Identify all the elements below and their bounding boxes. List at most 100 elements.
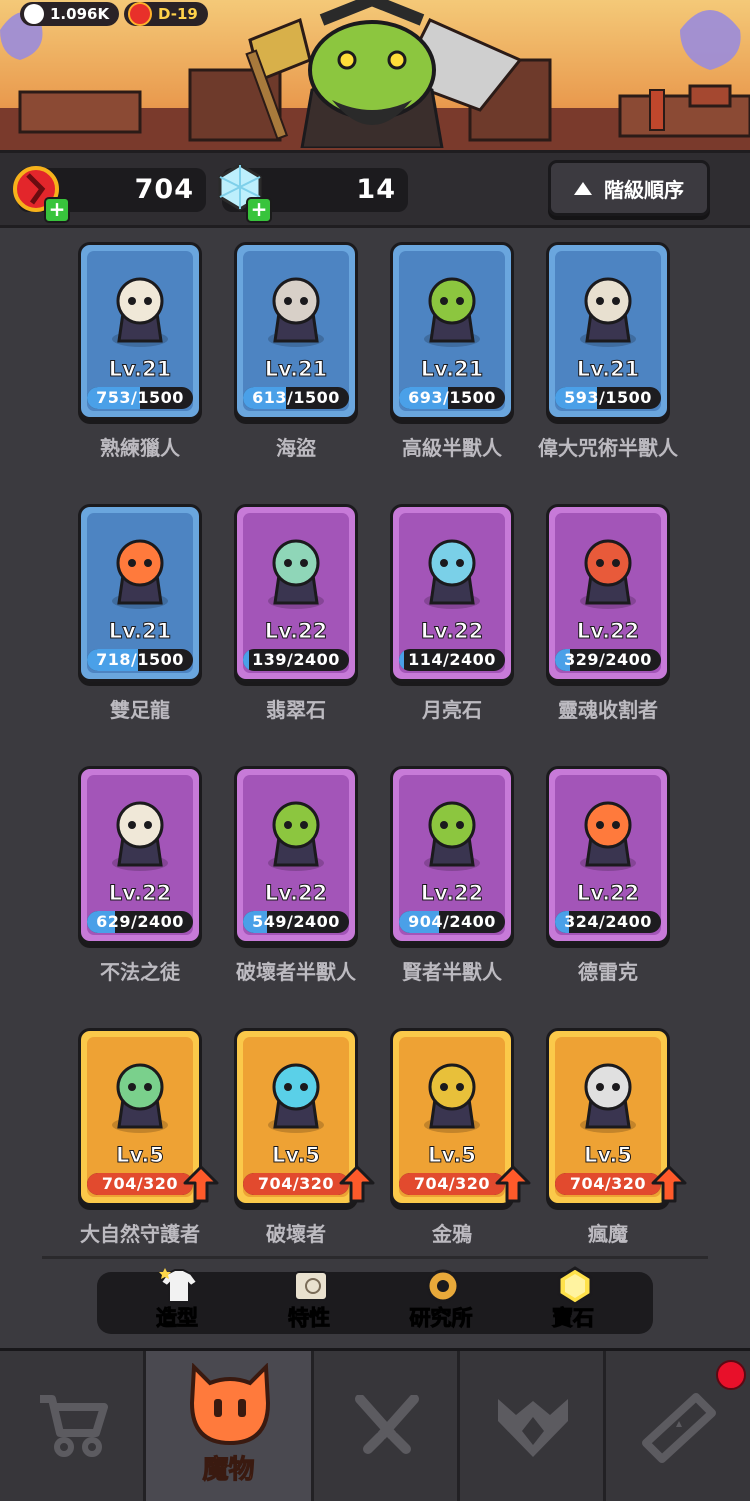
monster-card[interactable]: Lv.21 593/1500 <box>546 242 670 420</box>
monster-level: Lv.21 <box>576 357 640 382</box>
progress-text: 718/1500 <box>96 650 184 669</box>
monster-level: Lv.22 <box>264 619 328 644</box>
monster-portrait <box>268 801 324 871</box>
monster-card[interactable]: Lv.5 704/320 <box>390 1028 531 1206</box>
monster-name: 月亮石 <box>422 698 482 722</box>
nav-monsters[interactable]: 魔物 <box>146 1351 314 1501</box>
monster-level: Lv.21 <box>108 619 172 644</box>
progress-bar: 324/2400 <box>555 911 661 933</box>
progress-text: 704/320 <box>413 1174 491 1193</box>
stage-indicator[interactable]: D-19 <box>124 2 208 26</box>
progress-text: 904/2400 <box>408 912 496 931</box>
progress-text: 324/2400 <box>564 912 652 931</box>
monster-level: Lv.21 <box>420 357 484 382</box>
monster-name: 不法之徒 <box>100 960 180 984</box>
monster-portrait <box>580 801 636 871</box>
red-gem-value: 704 <box>134 174 194 205</box>
research-button[interactable]: 研究所 <box>381 1269 501 1334</box>
progress-bar: 753/1500 <box>87 387 193 409</box>
upgrade-arrow-icon[interactable] <box>495 1165 531 1203</box>
gems-label: 寶石 <box>552 1306 595 1331</box>
monster-name: 翡翠石 <box>266 698 326 722</box>
gems-button[interactable]: 寶石 <box>513 1266 633 1334</box>
upgrade-arrow-icon[interactable] <box>339 1165 375 1203</box>
monster-name: 德雷克 <box>578 960 638 984</box>
progress-bar: 704/320 <box>399 1173 505 1195</box>
monster-portrait <box>580 277 636 347</box>
monster-card[interactable]: Lv.22 549/2400 <box>234 766 358 944</box>
progress-bar: 704/320 <box>243 1173 349 1195</box>
monster-level: Lv.21 <box>108 357 172 382</box>
monster-name: 高級半獸人 <box>402 436 502 460</box>
orc-boss-illustration <box>300 0 444 148</box>
monster-card[interactable]: Lv.5 704/320 <box>546 1028 687 1206</box>
monster-portrait <box>424 1063 480 1133</box>
skin-label: 造型 <box>156 1306 199 1331</box>
progress-bar: 704/320 <box>555 1173 661 1195</box>
monster-card[interactable]: Lv.22 114/2400 <box>390 504 514 682</box>
monster-name: 偉大咒術半獸人 <box>538 436 678 460</box>
nav-shop[interactable] <box>0 1351 146 1501</box>
likes-counter[interactable]: 1.096K <box>20 2 120 26</box>
monster-portrait <box>268 539 324 609</box>
monster-name: 金鴉 <box>432 1222 472 1246</box>
progress-text: 139/2400 <box>252 650 340 669</box>
monster-name: 熟練獵人 <box>100 436 180 460</box>
progress-text: 704/320 <box>101 1174 179 1193</box>
progress-text: 329/2400 <box>564 650 652 669</box>
add-red-gem-button[interactable]: + <box>44 197 70 223</box>
monster-name: 賢者半獸人 <box>402 960 502 984</box>
monster-name: 海盜 <box>276 436 316 460</box>
monster-portrait <box>112 539 168 609</box>
progress-text: 693/1500 <box>408 388 496 407</box>
skin-button[interactable]: 造型 <box>117 1268 237 1334</box>
progress-bar: 904/2400 <box>399 911 505 933</box>
notification-dot <box>716 1360 746 1390</box>
add-diamond-button[interactable]: + <box>246 197 272 223</box>
progress-bar: 693/1500 <box>399 387 505 409</box>
monster-level: Lv.22 <box>576 619 640 644</box>
monster-name: 雙足龍 <box>110 698 170 722</box>
traits-button[interactable]: 特性 <box>249 1271 369 1334</box>
stage-value: D-19 <box>158 5 198 23</box>
nav-battle[interactable] <box>314 1351 460 1501</box>
monster-card[interactable]: Lv.22 629/2400 <box>78 766 202 944</box>
monster-card[interactable]: Lv.21 718/1500 <box>78 504 202 682</box>
monster-card[interactable]: Lv.21 693/1500 <box>390 242 514 420</box>
monster-level: Lv.22 <box>108 881 172 906</box>
monster-name: 破壞者半獸人 <box>236 960 356 984</box>
progress-text: 593/1500 <box>564 388 652 407</box>
progress-text: 629/2400 <box>96 912 184 931</box>
stage-icon <box>128 2 152 26</box>
monster-portrait <box>112 1063 168 1133</box>
progress-text: 114/2400 <box>408 650 496 669</box>
sort-by-rank-button[interactable]: 階級順序 <box>548 160 710 216</box>
monster-card[interactable]: Lv.5 704/320 <box>234 1028 375 1206</box>
progress-bar: 629/2400 <box>87 911 193 933</box>
monster-card[interactable]: Lv.22 139/2400 <box>234 504 358 682</box>
monster-portrait <box>424 801 480 871</box>
diamond-value: 14 <box>356 174 396 205</box>
monster-card[interactable]: Lv.21 613/1500 <box>234 242 358 420</box>
bottom-navigation: 魔物 <box>0 1348 750 1501</box>
shirt-icon <box>159 1268 199 1303</box>
monster-card[interactable]: Lv.22 329/2400 <box>546 504 670 682</box>
monster-level: Lv.22 <box>420 619 484 644</box>
monster-card[interactable]: Lv.22 904/2400 <box>390 766 514 944</box>
nav-rank[interactable] <box>460 1351 606 1501</box>
upgrade-arrow-icon[interactable] <box>183 1165 219 1203</box>
upgrade-arrow-icon[interactable] <box>651 1165 687 1203</box>
research-label: 研究所 <box>409 1306 473 1331</box>
monster-card[interactable]: Lv.22 324/2400 <box>546 766 670 944</box>
monster-name: 瘋魔 <box>588 1222 628 1246</box>
monster-portrait <box>268 277 324 347</box>
progress-bar: 549/2400 <box>243 911 349 933</box>
sort-label: 階級順序 <box>604 177 684 202</box>
ticket-icon <box>642 1393 716 1463</box>
monster-card[interactable]: Lv.21 753/1500 <box>78 242 202 420</box>
thumbs-up-icon <box>24 4 44 24</box>
likes-value: 1.096K <box>50 5 110 23</box>
cart-icon <box>40 1395 108 1457</box>
monster-card[interactable]: Lv.5 704/320 <box>78 1028 219 1206</box>
monster-level: Lv.5 <box>584 1143 633 1168</box>
